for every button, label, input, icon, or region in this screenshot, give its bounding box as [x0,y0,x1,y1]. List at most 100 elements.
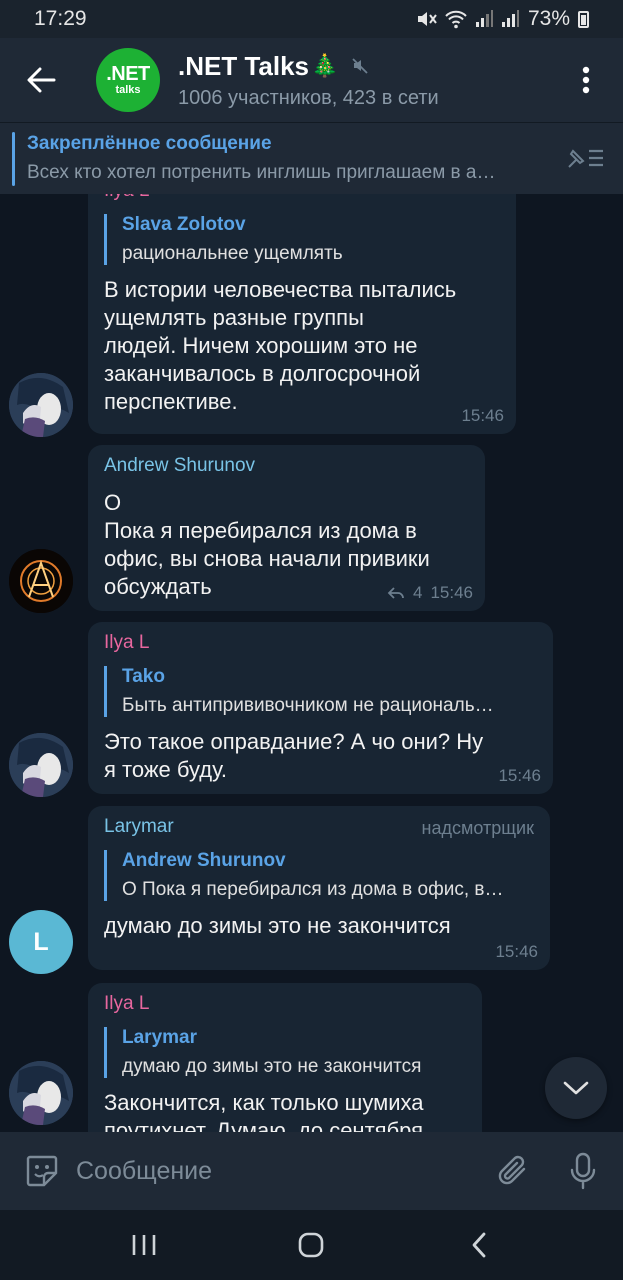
message-sender[interactable]: Ilya L [104,632,537,654]
back-button[interactable] [13,52,69,108]
status-time: 17:29 [34,7,87,30]
quote-text: О Пока я перебирался из дома в офис, в… [122,879,504,900]
message-bubble[interactable]: Ilya L Tako Быть антипрививочником не ра… [88,622,553,794]
message-text: Это такое оправдание? А чо они? Ну я тож… [104,728,537,784]
quote-text: думаю до зимы это не закончится [122,1056,422,1077]
message-sender[interactable]: Ilya L [104,993,466,1015]
quote-author: Slava Zolotov [122,214,246,235]
message-line: я тоже буду. [104,757,228,782]
message-line: ущемлять разные группы [104,305,364,330]
message-bubble[interactable]: Larymar надсмотрщик Andrew Shurunov О По… [88,806,550,970]
message-sender[interactable]: Ilya L [104,194,500,202]
signal-icon [501,10,519,27]
message-text: Закончится, как только шумиха поутихнет.… [104,1089,466,1132]
avatar-text-net: .NET [106,63,150,85]
pinned-list-button[interactable] [565,145,605,176]
time-text: 15:46 [461,406,504,425]
group-avatar[interactable]: .NET talks [96,48,160,112]
message-bubble[interactable]: Ilya L Slava Zolotov рациональнее ущемля… [88,194,516,434]
message-time: 15:46 [461,406,504,426]
avatar-larymar[interactable]: L [9,910,73,974]
pinned-body: Всех кто хотел потренить инглишь приглаш… [27,162,496,183]
chat-info[interactable]: .NET Talks 🎄 1006 участников, 423 в сети [178,51,566,110]
user-photo-icon [9,373,73,437]
quote-author: Andrew Shurunov [122,850,286,871]
sticker-icon [26,1155,58,1187]
tree-emoji: 🎄 [311,53,339,78]
quote-author: Tako [122,666,165,687]
quote-text: Быть антипрививочником не рациональ… [122,695,494,716]
battery-icon [578,10,589,28]
arrow-left-icon [27,67,56,93]
message-line: Закончится, как только шумиха [104,1090,424,1115]
paperclip-icon [498,1155,526,1185]
system-nav-bar [0,1210,623,1280]
pin-list-icon [568,149,603,168]
message-bubble[interactable]: Ilya L Larymar думаю до зимы это не зако… [88,983,482,1132]
message-text: В истории человечества пытались ущемлять… [104,276,500,416]
message-line: поутихнет. Думаю, до сентября [104,1118,424,1132]
message-composer [0,1132,623,1210]
avatar-letter: L [33,927,49,956]
admin-title: надсмотрщик [421,818,534,838]
voice-record-button[interactable] [561,1149,605,1193]
recent-apps-button[interactable] [114,1215,174,1275]
chat-title: .NET Talks [178,50,310,81]
message-list[interactable]: Ilya L Slava Zolotov рациональнее ущемля… [0,194,623,1132]
message-input[interactable] [76,1156,491,1186]
user-photo-icon [9,1061,73,1125]
message-text: думаю до зимы это не закончится [104,912,534,940]
microphone-icon [570,1152,596,1190]
time-text: 15:46 [498,766,541,785]
status-icons [416,9,520,29]
reply-quote[interactable]: Andrew Shurunov О Пока я перебирался из … [104,850,534,901]
message-line: думаю до зимы это не закончится [104,913,451,938]
time-text: 15:46 [495,942,538,961]
chevron-down-icon [563,1081,589,1095]
battery-percent: 73% [527,7,570,30]
user-photo-icon [9,733,73,797]
quote-text: рациональнее ущемлять [122,243,343,264]
message-bubble[interactable]: Andrew Shurunov О Пока я перебирался из … [88,445,485,611]
message-time: 15:46 [495,942,538,962]
avatar-andrew[interactable] [9,549,73,613]
message-line: заканчивалось в долгосрочной [104,361,421,386]
message-time: 15:46 [498,766,541,786]
home-button[interactable] [281,1215,341,1275]
message-line: Это такое оправдание? А чо они? Ну [104,729,484,754]
scroll-to-bottom-button[interactable] [545,1057,607,1119]
message-line: людей. Ничем хорошим это не [104,333,418,358]
more-vertical-icon [582,66,590,94]
time-text: 15:46 [430,583,473,602]
pinned-indicator [12,131,15,186]
signal-icon [475,10,493,27]
avatar-ilya[interactable] [9,733,73,797]
message-line: перспективе. [104,389,238,414]
home-icon [299,1232,324,1258]
more-options-button[interactable] [566,52,606,108]
pinned-text: Закреплённое сообщение Всех кто хотел по… [27,133,557,184]
pinned-title: Закреплённое сообщение [27,133,272,154]
avatar-ilya[interactable] [9,373,73,437]
recent-apps-icon [132,1235,156,1255]
reply-quote[interactable]: Slava Zolotov рациональнее ущемлять [104,214,500,265]
reply-quote[interactable]: Larymar думаю до зимы это не закончится [104,1027,466,1078]
message-sender[interactable]: Andrew Shurunov [104,455,469,477]
back-nav-button[interactable] [449,1215,509,1275]
wifi-icon [445,10,467,29]
reply-count: 4 [412,583,423,602]
message-time: 4 15:46 [387,583,473,603]
reply-quote[interactable]: Tako Быть антипрививочником не рациональ… [104,666,537,717]
back-chevron-icon [472,1232,486,1258]
status-bar: 17:29 73% [0,0,623,38]
sticker-button[interactable] [22,1151,62,1191]
message-line: О [104,490,122,515]
avatar-ilya[interactable] [9,1061,73,1125]
message-line: В истории человечества пытались [104,277,457,302]
user-photo-icon [9,549,73,613]
reply-icon [387,587,404,599]
pinned-message[interactable]: Закреплённое сообщение Всех кто хотел по… [0,122,623,194]
attach-button[interactable] [491,1149,535,1193]
chat-title-row: .NET Talks 🎄 [178,51,566,82]
mute-icon [417,12,437,26]
